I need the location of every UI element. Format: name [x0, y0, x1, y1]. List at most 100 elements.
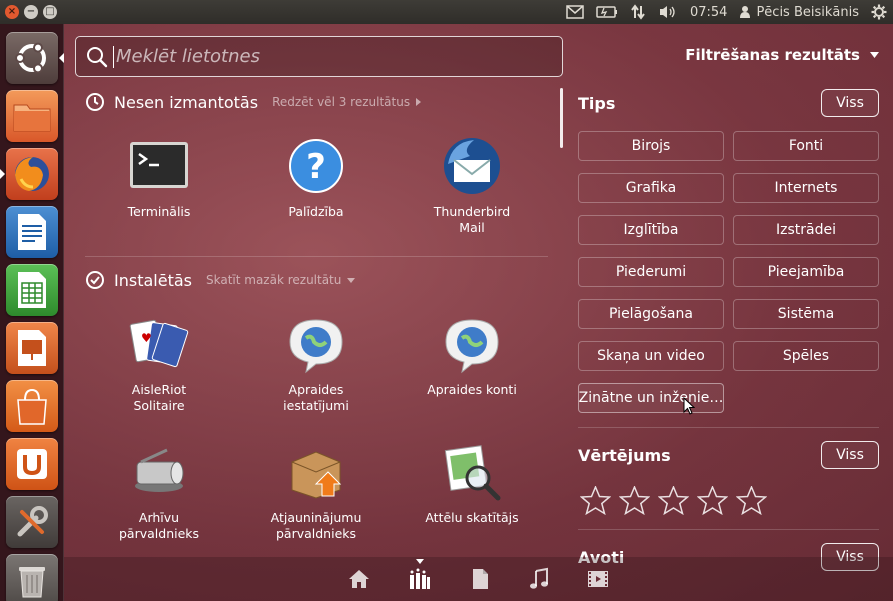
clock[interactable]: 07:54: [684, 0, 733, 24]
filter-option[interactable]: Pieejamība: [733, 257, 879, 287]
see-more-label: Redzēt vēl 3 rezultātus: [272, 95, 411, 109]
trash-icon: [19, 567, 45, 598]
libreoffice-writer-icon: [18, 214, 46, 250]
shopping-bag-icon: [17, 388, 47, 425]
app-label: Apraides konti: [427, 382, 517, 397]
minimize-window-button[interactable]: −: [24, 5, 38, 19]
gear-icon[interactable]: [865, 0, 893, 24]
search-input[interactable]: [116, 46, 536, 67]
app-broadcast-accounts[interactable]: Apraides konti: [407, 312, 537, 398]
filter-option[interactable]: Spēles: [733, 341, 879, 371]
mouse-cursor-icon: [683, 397, 695, 415]
filter-type-header: Tips Viss: [578, 88, 879, 118]
image-viewer-icon: [444, 445, 501, 501]
terminal-icon: [130, 142, 188, 188]
user-menu[interactable]: Pēcis Beisikānis: [733, 0, 865, 24]
app-image-viewer[interactable]: Attēlu skatītājs: [407, 440, 537, 526]
app-label: Arhīvu pārvaldnieks: [119, 510, 200, 541]
launcher-system-settings[interactable]: [6, 496, 58, 548]
category-title: Nesen izmantotās: [114, 92, 259, 112]
app-update-manager[interactable]: Atjaunināju­mu pārvaldnieks: [251, 440, 381, 542]
home-icon[interactable]: [347, 567, 371, 591]
video-icon[interactable]: [586, 567, 610, 591]
thunderbird-icon: [444, 138, 500, 194]
volume-icon[interactable]: [652, 0, 684, 24]
app-aisleriot[interactable]: ♥ AisleRiot Solitaire: [94, 312, 224, 414]
filter-option[interactable]: Piederumi: [578, 257, 724, 287]
globe-bubble-icon: [289, 319, 343, 374]
filter-type-all-button[interactable]: Viss: [821, 89, 879, 117]
app-label: Atjaunināju­mu pārvaldnieks: [270, 510, 362, 541]
svg-text:♥: ♥: [141, 331, 152, 345]
category-divider: [85, 256, 548, 257]
close-window-button[interactable]: ×: [5, 5, 19, 19]
mail-icon[interactable]: [560, 0, 590, 24]
folder-icon: [13, 104, 51, 132]
chevron-right-icon: [416, 98, 422, 106]
launcher-writer[interactable]: [6, 206, 58, 258]
see-fewer-results-link[interactable]: Skatīt mazāk rezultātu: [205, 273, 356, 287]
see-fewer-label: Skatīt mazāk rezultātu: [205, 273, 342, 287]
app-thunderbird[interactable]: Thunderbird Mail: [407, 134, 537, 236]
user-icon: [740, 6, 751, 18]
app-help[interactable]: ? Palīdzība: [251, 134, 381, 220]
app-broadcast-settings[interactable]: Apraides iestatījumi: [251, 312, 381, 414]
star-icon[interactable]: [736, 486, 767, 515]
app-label: Palīdzība: [288, 204, 344, 219]
maximize-window-button[interactable]: □: [43, 5, 57, 19]
filter-option[interactable]: Izstrādei: [733, 215, 879, 245]
launcher-ubuntu-one[interactable]: [6, 438, 58, 490]
help-icon: ?: [289, 139, 343, 193]
star-icon[interactable]: [619, 486, 650, 515]
category-installed: Instalētās Skatīt mazāk rezultātu: [85, 270, 356, 290]
filter-rating-title: Vērtējums: [578, 445, 671, 465]
ubuntu-one-icon: [17, 449, 47, 479]
filter-option[interactable]: Sistēma: [733, 299, 879, 329]
launcher: [0, 24, 64, 601]
star-icon[interactable]: [697, 486, 728, 515]
clock-icon: [86, 93, 104, 111]
top-panel: × − □ 07:54 Pēcis Beisikānis: [0, 0, 893, 24]
app-terminal[interactable]: Terminālis: [94, 134, 224, 220]
active-lens-indicator-icon: [416, 559, 424, 564]
filter-option[interactable]: Pielāgošana: [578, 299, 724, 329]
filter-option[interactable]: Grafika: [578, 173, 724, 203]
launcher-trash[interactable]: [6, 554, 58, 601]
filter-rating-header: Vērtējums Viss: [578, 440, 879, 470]
battery-icon[interactable]: [590, 0, 624, 24]
music-icon[interactable]: [527, 567, 551, 591]
filter-option[interactable]: Zinātne un inženie…: [578, 383, 724, 413]
app-label: Terminālis: [127, 204, 191, 219]
filter-type-options: Birojs Fonti Grafika Internets Izglītība…: [578, 131, 879, 413]
star-icon[interactable]: [580, 486, 611, 515]
checkmark-circle-icon: [86, 271, 104, 289]
filter-option[interactable]: Skaņa un video: [578, 341, 724, 371]
applications-icon[interactable]: [408, 567, 432, 591]
filter-results-toggle[interactable]: Filtrēšanas rezultāts: [685, 46, 879, 64]
package-update-icon: [291, 451, 342, 499]
launcher-software-center[interactable]: [6, 380, 58, 432]
rating-stars: [580, 486, 879, 515]
filter-rating-all-button[interactable]: Viss: [821, 441, 879, 469]
search-box[interactable]: [75, 36, 563, 77]
launcher-firefox[interactable]: [6, 148, 58, 200]
launcher-impress[interactable]: [6, 322, 58, 374]
filter-option[interactable]: Izglītība: [578, 215, 724, 245]
running-pip-icon: [0, 169, 5, 179]
launcher-files[interactable]: [6, 90, 58, 142]
filter-divider: [578, 427, 879, 428]
svg-text:?: ?: [306, 147, 326, 187]
star-icon[interactable]: [658, 486, 689, 515]
firefox-icon: [15, 157, 49, 191]
see-more-results-link[interactable]: Redzēt vēl 3 rezultātus: [272, 95, 422, 109]
network-icon[interactable]: [624, 0, 652, 24]
files-icon[interactable]: [468, 567, 492, 591]
dash-home-button[interactable]: [6, 32, 58, 84]
scrollbar[interactable]: [560, 88, 563, 148]
filter-option[interactable]: Internets: [733, 173, 879, 203]
app-archive-manager[interactable]: Arhīvu pārvaldnieks: [94, 440, 224, 542]
launcher-calc[interactable]: [6, 264, 58, 316]
filter-option[interactable]: Birojs: [578, 131, 724, 161]
filter-divider: [578, 529, 879, 530]
filter-option[interactable]: Fonti: [733, 131, 879, 161]
